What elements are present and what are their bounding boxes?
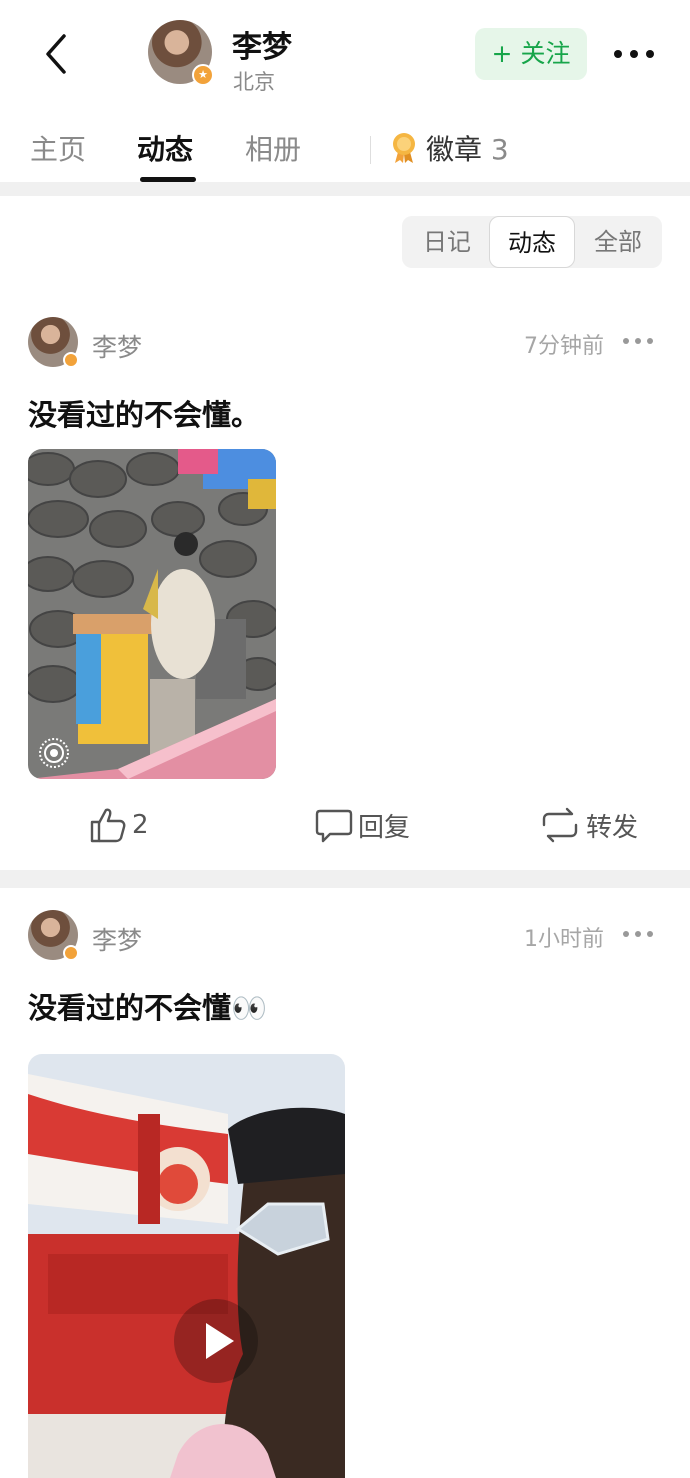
post-divider [0,870,690,888]
comment-icon [315,809,353,843]
live-photo-icon [39,738,69,768]
like-button[interactable]: 2 [88,797,149,853]
badges-label: 徽章 [426,133,483,166]
back-arrow-icon[interactable] [36,30,76,78]
profile-location: 北京 [233,70,275,94]
repost-label: 转发 [586,812,639,843]
post-photo[interactable] [28,449,276,779]
post-actions: 2 回复 转发 [0,797,690,853]
tab-album[interactable]: 相册 [245,128,301,168]
tab-home[interactable]: 主页 [30,128,86,168]
filter-all[interactable]: 全部 [575,216,661,268]
post-more-icon[interactable] [622,336,654,346]
follow-button[interactable]: + 关注 [475,28,587,80]
reply-button[interactable]: 回复 [314,797,410,853]
badges-count: 3 [490,133,509,166]
street-photo [28,449,276,779]
play-button[interactable] [174,1299,258,1383]
more-options-icon[interactable] [610,30,658,78]
post-text: 没看过的不会懂。 [28,398,261,432]
filter-moments[interactable]: 动态 [489,216,575,268]
medal-icon [393,133,415,163]
play-icon [206,1323,234,1359]
like-count: 2 [132,810,149,840]
post-time: 7分钟前 [524,334,604,359]
tab-badges[interactable]: 徽章 3 [426,128,509,168]
repost-icon [542,807,578,843]
repost-button[interactable]: 转发 [538,797,638,853]
post-more-icon[interactable] [622,929,654,939]
post-card: 李梦 1小时前 没看过的不会懂👀 [0,893,690,1478]
verified-badge-icon [63,352,79,368]
profile-name: 李梦 [232,30,292,65]
post-time: 1小时前 [524,927,604,952]
post-card: 李梦 7分钟前 没看过的不会懂。 2 回复 转发 [0,300,690,870]
tab-divider [370,136,371,164]
post-text: 没看过的不会懂👀 [28,991,268,1025]
feed-filter: 日记 动态 全部 [402,216,662,268]
post-video[interactable] [28,1054,345,1478]
post-author[interactable]: 李梦 [92,328,142,364]
section-divider [0,182,690,196]
profile-header: ★ 李梦 北京 + 关注 [0,0,690,108]
verified-badge-icon [63,945,79,961]
reply-label: 回复 [358,812,411,843]
post-author[interactable]: 李梦 [92,921,142,957]
thumbs-up-icon [90,808,126,843]
verified-badge-icon: ★ [192,64,214,86]
tab-moments[interactable]: 动态 [137,128,193,168]
filter-diary[interactable]: 日记 [404,216,490,268]
profile-tabs: 主页 动态 相册 徽章 3 [0,108,690,184]
video-thumbnail [28,1054,345,1478]
